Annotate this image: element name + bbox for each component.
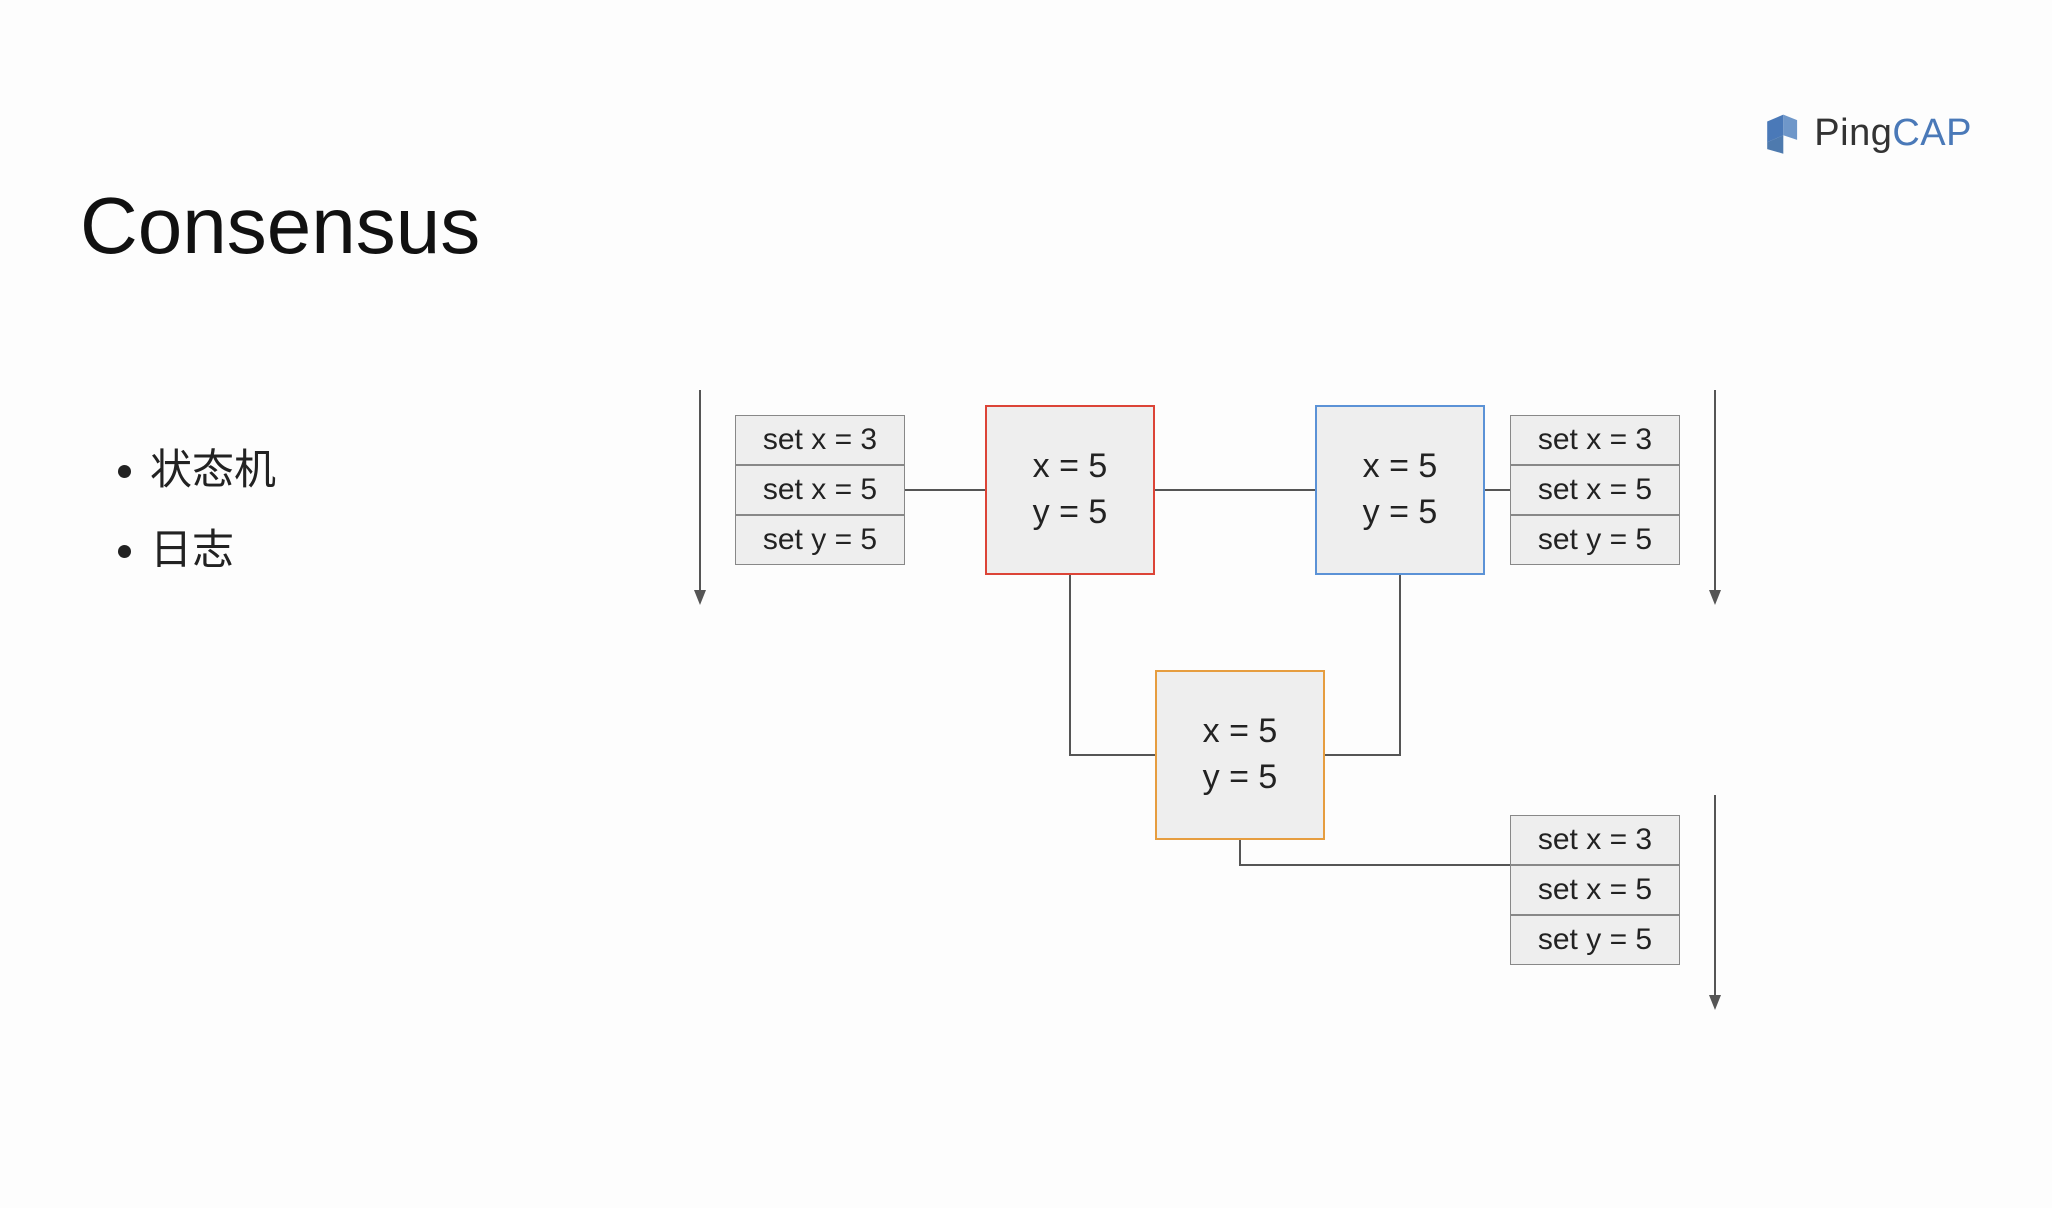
log-entry: set x = 3 (735, 415, 905, 465)
state-node-orange: x = 5 y = 5 (1155, 670, 1325, 840)
state-line: y = 5 (1203, 755, 1278, 801)
log-entry: set y = 5 (1510, 915, 1680, 965)
log-entry: set x = 3 (1510, 415, 1680, 465)
log-entry: set y = 5 (735, 515, 905, 565)
state-line: x = 5 (1203, 709, 1278, 755)
log-entry: set x = 3 (1510, 815, 1680, 865)
state-line: y = 5 (1363, 490, 1438, 536)
log-entry: set x = 5 (1510, 465, 1680, 515)
state-node-red: x = 5 y = 5 (985, 405, 1155, 575)
diagram: set x = 3 set x = 5 set y = 5 x = 5 y = … (0, 0, 2052, 1208)
log-entry: set x = 5 (735, 465, 905, 515)
log-entry: set y = 5 (1510, 515, 1680, 565)
state-line: y = 5 (1033, 490, 1108, 536)
state-line: x = 5 (1033, 444, 1108, 490)
log-entry: set x = 5 (1510, 865, 1680, 915)
state-line: x = 5 (1363, 444, 1438, 490)
connectors (0, 0, 2052, 1208)
state-node-blue: x = 5 y = 5 (1315, 405, 1485, 575)
